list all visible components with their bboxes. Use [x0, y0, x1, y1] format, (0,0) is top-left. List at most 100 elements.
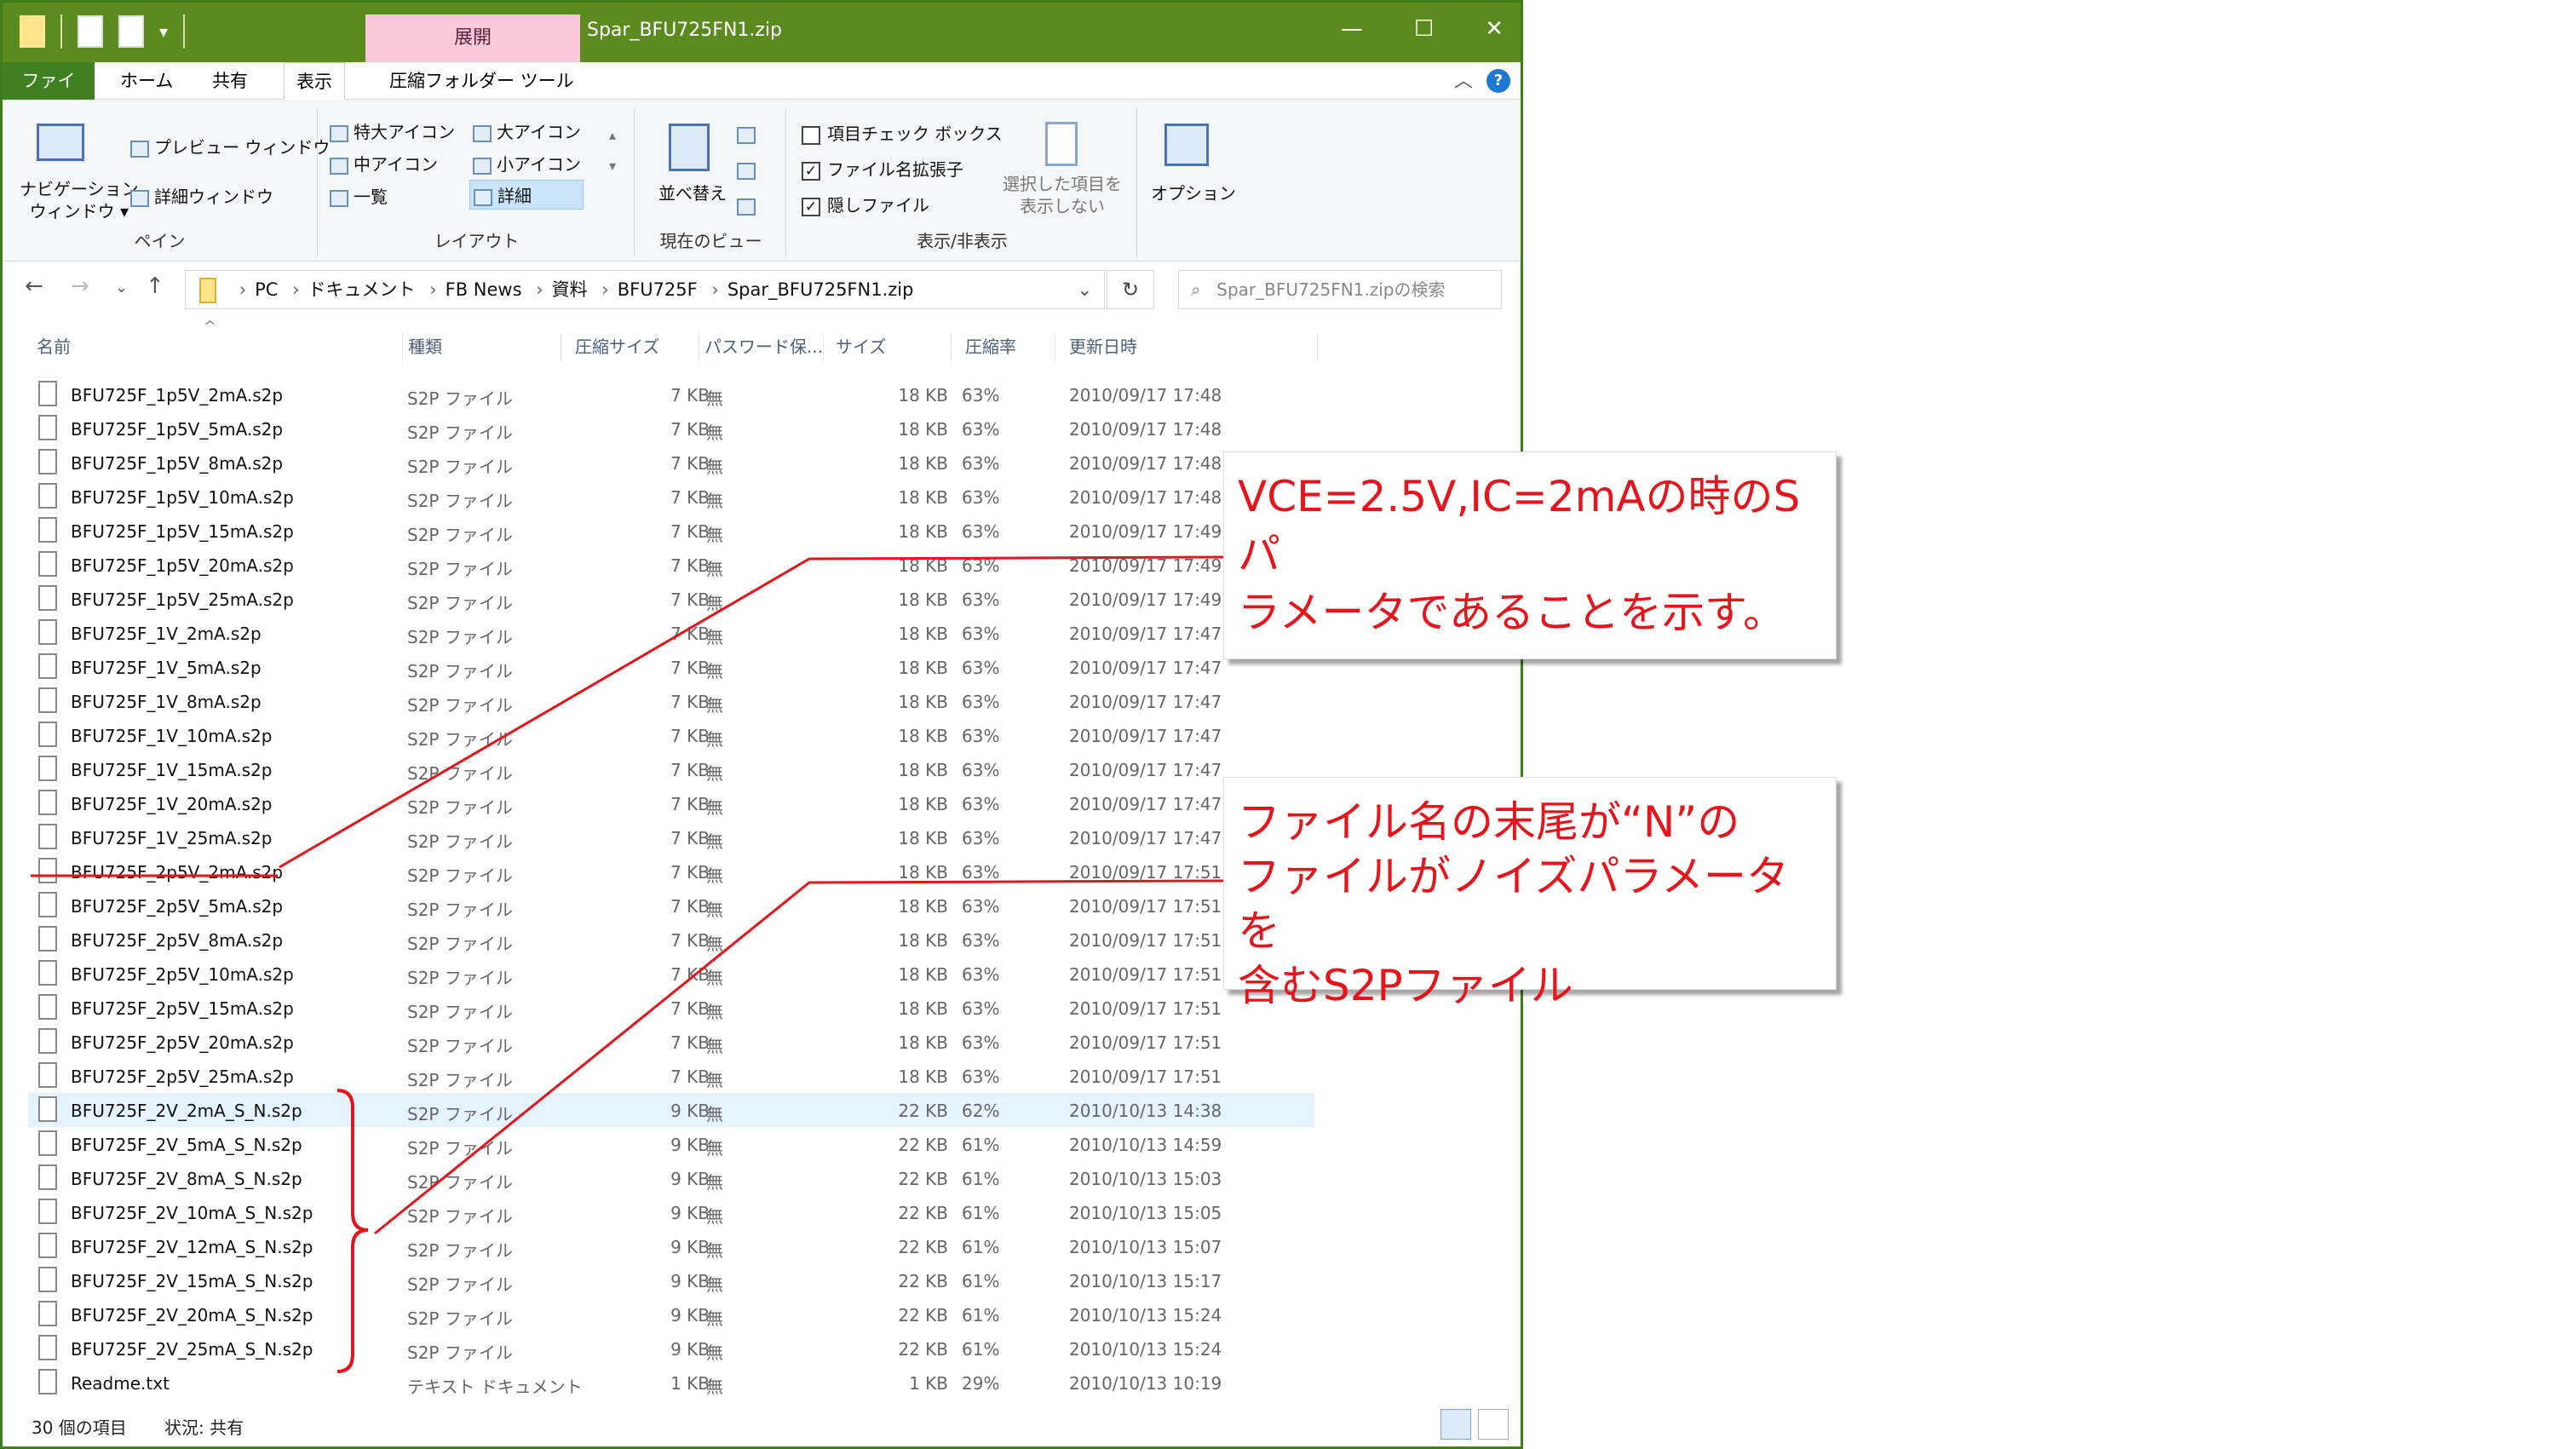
forward-arrow-icon[interactable]: →: [71, 273, 89, 299]
layout-l-icons[interactable]: 大アイコン: [473, 118, 581, 143]
table-row[interactable]: BFU725F_1p5V_10mA.s2p S2P ファイル 7 KB 無 18 KB 6…: [28, 480, 1314, 514]
column-modified[interactable]: 更新日時: [1069, 333, 1318, 362]
table-row[interactable]: BFU725F_2V_10mA_S_N.s2p S2P ファイル 9 KB 無 22 K…: [28, 1195, 1314, 1229]
table-row[interactable]: BFU725F_2V_5mA_S_N.s2p S2P ファイル 9 KB 無 22 KB…: [28, 1127, 1314, 1161]
table-row[interactable]: BFU725F_2p5V_5mA.s2p S2P ファイル 7 KB 無 18 KB 63…: [28, 888, 1314, 923]
crumb-materials[interactable]: 資料: [552, 279, 588, 300]
column-name[interactable]: 名前: [37, 333, 403, 362]
tab-share[interactable]: 共有: [200, 62, 260, 100]
cell-compressed-size: 9 KB: [670, 1305, 710, 1325]
table-row[interactable]: BFU725F_1p5V_15mA.s2p S2P ファイル 7 KB 無 18 KB 6…: [28, 514, 1314, 548]
fit-columns-icon[interactable]: [737, 198, 756, 216]
column-ratio[interactable]: 圧縮率: [965, 333, 1055, 362]
hidden-files-toggle[interactable]: ✓ 隠しファイル: [802, 192, 929, 216]
table-row[interactable]: BFU725F_1V_10mA.s2p S2P ファイル 7 KB 無 18 KB 63%…: [28, 718, 1314, 752]
options-button[interactable]: オプション: [1151, 180, 1236, 204]
layout-scroll-icon[interactable]: ▴ ▾: [609, 120, 616, 181]
large-icons-view-icon[interactable]: [1478, 1409, 1509, 1440]
crumb-pc[interactable]: PC: [255, 279, 278, 300]
add-columns-icon[interactable]: [737, 163, 756, 180]
collapse-ribbon-icon[interactable]: ︿: [1454, 66, 1473, 93]
breadcrumb[interactable]: › PC › ドキュメント › FB News › 資料 › BFU725F › Spar_…: [185, 270, 1105, 309]
table-row[interactable]: BFU725F_1p5V_25mA.s2p S2P ファイル 7 KB 無 18 KB 6…: [28, 582, 1314, 616]
maximize-button[interactable]: ☐: [1414, 16, 1434, 42]
recent-chevron-icon[interactable]: ⌄: [115, 279, 128, 296]
table-row[interactable]: BFU725F_2V_20mA_S_N.s2p S2P ファイル 9 KB 無 22 K…: [28, 1297, 1314, 1331]
crumb-documents[interactable]: ドキュメント: [308, 279, 416, 300]
cell-password: 無: [706, 1343, 723, 1363]
column-password[interactable]: パスワード保...: [704, 333, 824, 362]
table-row[interactable]: BFU725F_1p5V_2mA.s2p S2P ファイル 7 KB 無 18 KB 63…: [28, 377, 1314, 411]
item-checkbox-toggle[interactable]: 項目チェック ボックス: [802, 120, 1003, 145]
column-compressed-size[interactable]: 圧縮サイズ: [575, 333, 699, 362]
extension-toggle[interactable]: ✓ ファイル名拡張子: [802, 156, 963, 181]
table-row[interactable]: BFU725F_2p5V_20mA.s2p S2P ファイル 7 KB 無 18 KB 6…: [28, 1025, 1314, 1059]
table-row[interactable]: BFU725F_2p5V_10mA.s2p S2P ファイル 7 KB 無 18 KB 6…: [28, 957, 1314, 991]
back-arrow-icon[interactable]: ←: [25, 273, 43, 299]
refresh-icon[interactable]: ↻: [1107, 270, 1154, 309]
new-folder-icon[interactable]: [118, 15, 144, 48]
table-row[interactable]: BFU725F_1V_25mA.s2p S2P ファイル 7 KB 無 18 KB 63%…: [28, 820, 1314, 854]
navigation-pane-button[interactable]: ナビゲーション ウィンドウ ▾: [20, 178, 139, 222]
breadcrumb-separator-icon: ›: [292, 279, 300, 300]
context-tab-extract[interactable]: 展開: [365, 14, 580, 62]
table-row[interactable]: BFU725F_1p5V_8mA.s2p S2P ファイル 7 KB 無 18 KB 63…: [28, 446, 1314, 480]
file-icon: [38, 483, 57, 509]
zip-folder-icon: [199, 278, 216, 303]
table-row[interactable]: BFU725F_1V_8mA.s2p S2P ファイル 7 KB 無 18 KB 63% 2…: [28, 684, 1314, 718]
crumb-zip[interactable]: Spar_BFU725FN1.zip: [727, 279, 914, 300]
table-row[interactable]: BFU725F_2V_15mA_S_N.s2p S2P ファイル 9 KB 無 22 K…: [28, 1263, 1314, 1297]
table-row[interactable]: BFU725F_2p5V_2mA.s2p S2P ファイル 7 KB 無 18 KB 63…: [28, 854, 1314, 888]
cell-type: S2P ファイル: [407, 1172, 513, 1193]
up-arrow-icon[interactable]: ↑: [146, 273, 164, 299]
minimize-button[interactable]: —: [1341, 16, 1363, 42]
table-row[interactable]: BFU725F_2p5V_25mA.s2p S2P ファイル 7 KB 無 18 KB 6…: [28, 1059, 1314, 1093]
details-pane-button[interactable]: 詳細ウィンドウ: [130, 183, 273, 208]
table-row[interactable]: BFU725F_1V_2mA.s2p S2P ファイル 7 KB 無 18 KB 63% 2…: [28, 616, 1314, 650]
tab-view[interactable]: 表示: [284, 62, 345, 100]
tab-compressed-tools[interactable]: 圧縮フォルダー ツール: [377, 62, 586, 100]
table-row[interactable]: Readme.txt テキスト ドキュメント 1 KB 無 1 KB 29% 2010/10…: [28, 1366, 1314, 1400]
crumb-fb-news[interactable]: FB News: [446, 279, 522, 300]
table-row[interactable]: BFU725F_2V_12mA_S_N.s2p S2P ファイル 9 KB 無 22 K…: [28, 1229, 1314, 1263]
tab-home[interactable]: ホーム: [108, 62, 185, 100]
hide-selected-button[interactable]: 選択した項目を 表示しない: [1003, 173, 1122, 217]
table-row[interactable]: BFU725F_1p5V_5mA.s2p S2P ファイル 7 KB 無 18 KB 63…: [28, 411, 1314, 446]
qat-dropdown-icon[interactable]: ▾: [159, 21, 168, 42]
layout-m-icons[interactable]: 中アイコン: [330, 151, 438, 175]
m-icons-icon: [330, 157, 348, 175]
crumb-bfu725f[interactable]: BFU725F: [618, 279, 698, 300]
table-row[interactable]: BFU725F_2V_8mA_S_N.s2p S2P ファイル 9 KB 無 22 KB…: [28, 1161, 1314, 1195]
address-dropdown-icon[interactable]: ⌄: [1077, 271, 1092, 308]
column-size[interactable]: サイズ: [836, 333, 952, 362]
table-row[interactable]: BFU725F_2V_2mA_S_N.s2p S2P ファイル 9 KB 無 22 KB…: [28, 1093, 1314, 1127]
preview-pane-button[interactable]: プレビュー ウィンドウ: [130, 134, 330, 158]
layout-list[interactable]: 一覧: [330, 183, 388, 208]
cell-name: BFU725F_2V_15mA_S_N.s2p: [71, 1271, 313, 1291]
cell-size: 18 KB: [898, 589, 948, 610]
table-row[interactable]: BFU725F_1p5V_20mA.s2p S2P ファイル 7 KB 無 18 KB 6…: [28, 548, 1314, 582]
details-view-icon[interactable]: [1440, 1409, 1471, 1440]
table-row[interactable]: BFU725F_1V_20mA.s2p S2P ファイル 7 KB 無 18 KB 63%…: [28, 786, 1314, 820]
close-button[interactable]: ✕: [1485, 16, 1504, 42]
cell-modified: 2010/09/17 17:47: [1069, 658, 1222, 678]
layout-details[interactable]: 詳細: [469, 180, 584, 210]
layout-s-icons[interactable]: 小アイコン: [473, 151, 581, 175]
cell-type: S2P ファイル: [407, 1343, 513, 1363]
cell-size: 18 KB: [898, 385, 948, 405]
file-icon: [38, 1335, 57, 1360]
sort-button[interactable]: 並べ替え: [658, 180, 727, 204]
table-row[interactable]: BFU725F_1V_5mA.s2p S2P ファイル 7 KB 無 18 KB 63% 2…: [28, 650, 1314, 684]
tab-file[interactable]: ファイル: [3, 62, 95, 129]
table-row[interactable]: BFU725F_2p5V_15mA.s2p S2P ファイル 7 KB 無 18 KB 6…: [28, 991, 1314, 1025]
group-by-icon[interactable]: [737, 127, 756, 144]
column-type[interactable]: 種類: [408, 333, 561, 362]
layout-xl-icons[interactable]: 特大アイコン: [330, 118, 455, 143]
table-row[interactable]: BFU725F_1V_15mA.s2p S2P ファイル 7 KB 無 18 KB 63%…: [28, 752, 1314, 786]
table-row[interactable]: BFU725F_2V_25mA_S_N.s2p S2P ファイル 9 KB 無 22 K…: [28, 1331, 1314, 1366]
cell-size: 18 KB: [898, 487, 948, 508]
table-row[interactable]: BFU725F_2p5V_8mA.s2p S2P ファイル 7 KB 無 18 KB 63…: [28, 923, 1314, 957]
properties-icon[interactable]: [78, 15, 103, 48]
help-icon[interactable]: ?: [1486, 69, 1510, 93]
search-input[interactable]: ⌕ Spar_BFU725FN1.zipの検索: [1178, 270, 1502, 309]
